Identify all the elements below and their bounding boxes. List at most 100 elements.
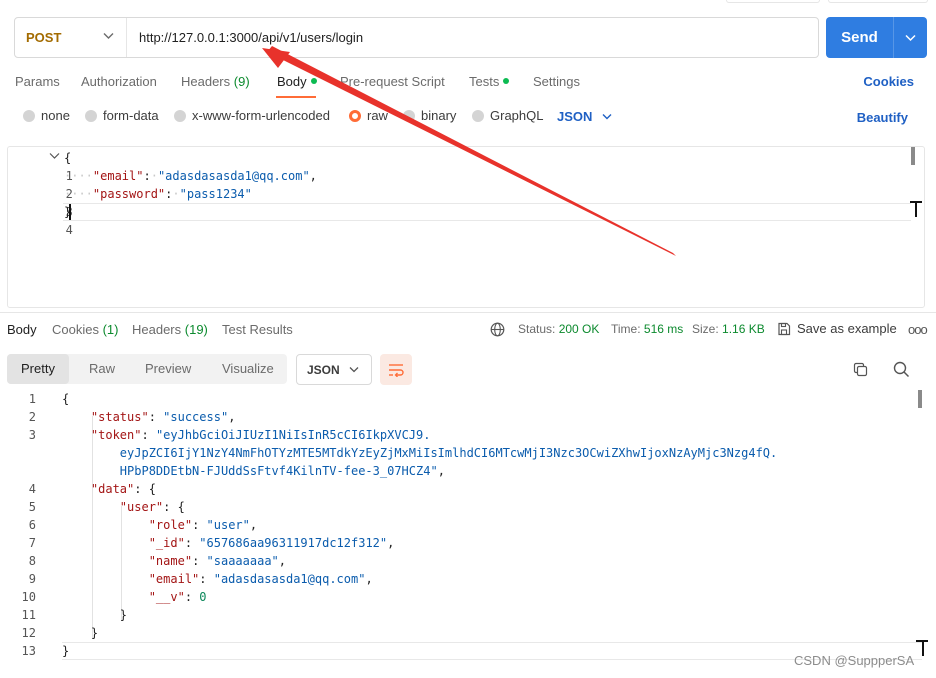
json-key: "email" (92, 169, 144, 183)
line-number: 1 (28, 392, 36, 406)
line-number: 11 (21, 608, 36, 622)
toolbar-button-edge[interactable] (828, 0, 928, 3)
radio-label: x-www-form-urlencoded (192, 108, 330, 123)
more-icon[interactable]: ooo (908, 322, 928, 337)
response-view-toggle: Pretty Raw Preview Visualize (7, 354, 287, 384)
code-line: 4 "data": { (0, 480, 936, 498)
radio-none[interactable]: none (23, 108, 70, 123)
response-tab-body[interactable]: Body (7, 322, 37, 337)
response-format-select[interactable]: JSON (296, 354, 372, 385)
code-line: 12 } (0, 624, 936, 642)
fold-chevron-icon[interactable] (49, 152, 60, 160)
radio-x-www-form-urlencoded[interactable]: x-www-form-urlencoded (174, 108, 330, 123)
json-value: "saaaaaaa" (206, 554, 279, 568)
tab-pre-request-script[interactable]: Pre-request Script (340, 74, 445, 89)
response-tab-cookies-count: (1) (102, 322, 119, 337)
line-number: 4 (28, 482, 36, 496)
method-select[interactable]: POST (15, 18, 127, 57)
json-key: "status" (90, 410, 149, 424)
code-line: 7 "_id": "657686aa96311917dc12f312", (0, 534, 936, 552)
code-line-wrapped: eyJpZCI6IjY1NzY4NmFhOTYzMTE5MTdkYzEyZjMx… (0, 444, 936, 462)
cookies-link[interactable]: Cookies (863, 74, 914, 89)
view-preview[interactable]: Preview (131, 354, 205, 384)
method-label: POST (26, 30, 62, 45)
code-line: 8 "name": "saaaaaaa", (0, 552, 936, 570)
response-size[interactable]: Size: 1.16 KB (692, 322, 765, 336)
pane-divider[interactable] (0, 312, 936, 313)
request-tabs: Params Authorization Headers (9) Body Pr… (0, 70, 936, 98)
json-value-continued: eyJpZCI6IjY1NzY4NmFhOTYzMTE5MTdkYzEyZjMx… (119, 446, 778, 460)
response-tab-test-results[interactable]: Test Results (222, 322, 293, 337)
send-button[interactable]: Send (826, 17, 927, 58)
radio-form-data[interactable]: form-data (85, 108, 159, 123)
chevron-down-icon (602, 114, 612, 120)
tab-authorization[interactable]: Authorization (81, 74, 157, 89)
code-line: 3 "token": "eyJhbGciOiJIUzI1NiIsInR5cCI6… (0, 426, 936, 444)
response-tab-headers[interactable]: Headers (19) (132, 322, 208, 337)
chevron-down-icon (905, 34, 916, 41)
view-visualize[interactable]: Visualize (208, 354, 288, 384)
line-number: 12 (21, 626, 36, 640)
json-value-continued: HPbP8DDEtbN-FJUddSsFtvf4KilnTV-fee-3_07H… (119, 464, 438, 478)
tab-body-label: Body (277, 74, 307, 89)
text-cursor (69, 204, 71, 220)
send-label: Send (841, 29, 878, 46)
view-raw[interactable]: Raw (75, 354, 129, 384)
wrap-lines-button[interactable] (380, 354, 412, 385)
copy-icon[interactable] (853, 362, 868, 377)
json-key: "token" (90, 428, 142, 442)
radio-circle (85, 109, 97, 122)
response-format-label: JSON (307, 362, 340, 377)
radio-binary[interactable]: binary (403, 108, 456, 123)
tab-tests[interactable]: Tests (469, 74, 510, 89)
tab-body[interactable]: Body (277, 74, 317, 89)
json-value: "pass1234" (179, 187, 252, 201)
search-icon[interactable] (893, 361, 910, 378)
code-line: 2 ····"email":·"adasdasasda1@qq.com", (8, 167, 924, 201)
body-format-label: JSON (557, 109, 593, 124)
response-tab-cookies-label: Cookies (52, 322, 99, 337)
tab-headers[interactable]: Headers (9) (181, 74, 250, 89)
radio-graphql[interactable]: GraphQL (472, 108, 543, 123)
response-status[interactable]: Status: 200 OK (518, 322, 599, 336)
json-value: "adasdasasda1@qq.com" (213, 572, 366, 586)
body-format-select[interactable]: JSON (557, 109, 612, 124)
line-number: 13 (21, 644, 36, 658)
line-number: 3 (28, 428, 36, 442)
radio-circle (174, 109, 186, 122)
response-body-viewer[interactable]: 1{ 2 "status": "success", 3 "token": "ey… (0, 390, 936, 660)
line-number: 10 (21, 590, 36, 604)
radio-raw[interactable]: raw (349, 108, 388, 123)
line-number: 9 (28, 572, 36, 586)
json-key: "email" (148, 572, 200, 586)
code-line: 5 "user": { (0, 498, 936, 516)
beautify-button[interactable]: Beautify (857, 110, 908, 125)
response-tab-cookies[interactable]: Cookies (1) (52, 322, 118, 337)
watermark: CSDN @SuppperSA (794, 653, 915, 668)
tab-params[interactable]: Params (15, 74, 60, 89)
view-pretty[interactable]: Pretty (7, 354, 69, 384)
url-input[interactable]: http://127.0.0.1:3000/api/v1/users/login (127, 30, 363, 45)
tab-settings[interactable]: Settings (533, 74, 580, 89)
radio-circle-selected (349, 109, 361, 122)
radio-circle (403, 109, 415, 122)
time-label: Time: (611, 322, 641, 336)
time-value: 516 ms (643, 322, 684, 336)
code-line: 10 "__v": 0 (0, 588, 936, 606)
send-options-dropdown[interactable] (894, 34, 927, 42)
globe-icon[interactable] (490, 322, 505, 337)
response-time[interactable]: Time: 516 ms (611, 322, 683, 336)
scroll-marker (915, 203, 917, 217)
request-body-editor[interactable]: 1 { 2 ····"email":·"adasdasasda1@qq.com"… (7, 146, 925, 308)
radio-label: form-data (103, 108, 159, 123)
size-value: 1.16 KB (722, 322, 765, 336)
line-number: 5 (28, 500, 36, 514)
url-bar: POST http://127.0.0.1:3000/api/v1/users/… (14, 17, 819, 58)
editor-scrollbar[interactable] (911, 147, 915, 165)
toolbar-button-edge[interactable] (726, 0, 820, 3)
viewer-scrollbar[interactable] (918, 390, 922, 408)
json-value: 0 (199, 590, 207, 604)
line-number: 6 (28, 518, 36, 532)
save-as-example-button[interactable]: Save as example (777, 321, 897, 336)
json-value: "eyJhbGciOiJIUzI1NiIsInR5cCI6IkpXVCJ9. (155, 428, 431, 442)
